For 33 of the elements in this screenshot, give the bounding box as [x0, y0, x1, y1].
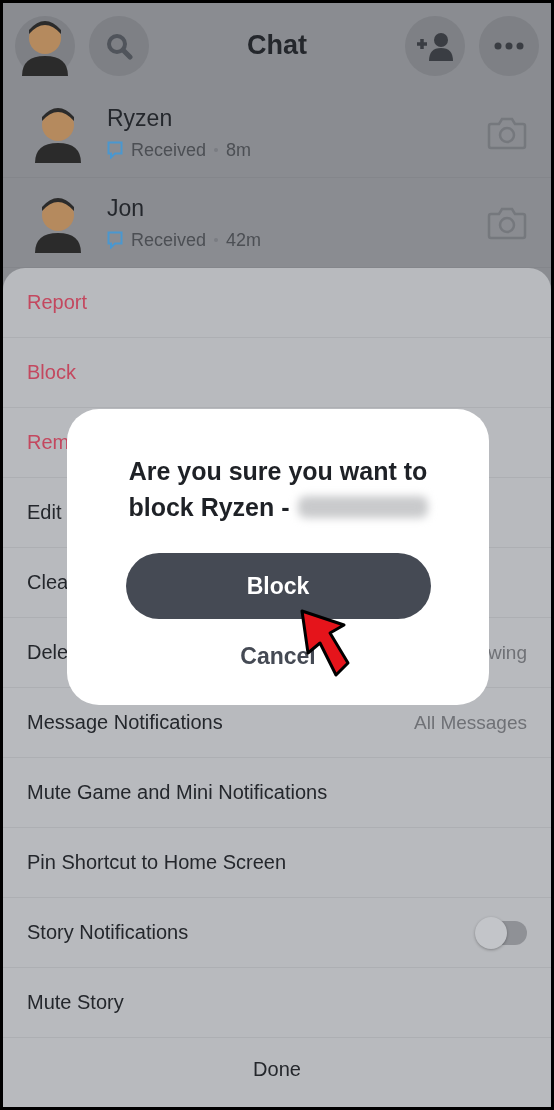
chat-time: 42m [226, 229, 262, 251]
menu-label: Edit [27, 501, 62, 524]
chat-status: Received [131, 139, 207, 161]
chat-bubble-icon [107, 231, 123, 249]
block-button[interactable]: Block [125, 553, 431, 619]
screen-title: Chat [246, 30, 308, 61]
menu-item[interactable]: Pin Shortcut to Home Screen [3, 828, 551, 898]
dialog-message: Are you sure you want to [128, 456, 428, 487]
done-button[interactable]: Done [3, 1038, 551, 1100]
menu-label: Dele [27, 641, 69, 664]
menu-item[interactable]: Mute Game and Mini Notifications [3, 758, 551, 828]
chat-time: 8m [226, 139, 252, 161]
chat-status: Received [131, 229, 207, 251]
menu-label: Message Notifications [27, 711, 223, 734]
cancel-button[interactable]: Cancel [230, 639, 326, 674]
search-icon [105, 31, 133, 60]
menu-item[interactable]: Story Notifications [3, 898, 551, 968]
chat-name: Ryzen [107, 104, 174, 132]
menu-label: Clea [27, 571, 69, 594]
menu-item[interactable]: Mute Story [3, 968, 551, 1038]
menu-label: Block [27, 361, 76, 384]
add-friend-icon [415, 30, 455, 61]
more-icon [494, 41, 524, 50]
menu-value: All Messages [414, 711, 527, 734]
chat-name: Jon [107, 194, 146, 222]
dialog-message: block Ryzen - [128, 492, 290, 523]
menu-label: Mute Story [27, 991, 124, 1014]
menu-value: wing [487, 641, 527, 664]
chat-bubble-icon [107, 141, 123, 159]
menu-label: Story Notifications [27, 921, 189, 944]
menu-label: Pin Shortcut to Home Screen [27, 851, 286, 874]
menu-label: Report [27, 291, 88, 314]
menu-label: Mute Game and Mini Notifications [27, 781, 328, 804]
